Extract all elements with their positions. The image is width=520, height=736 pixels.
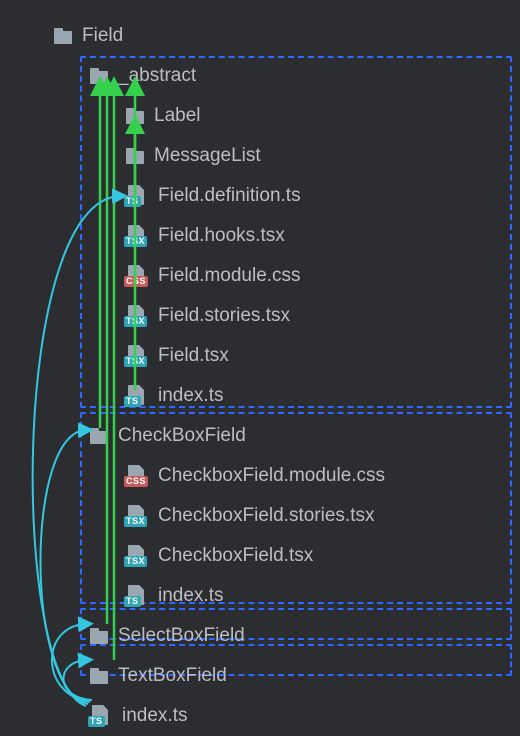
file-checkbox-stories[interactable]: CheckboxField.stories.tsx — [0, 496, 520, 536]
folder-field[interactable]: Field — [0, 16, 520, 56]
css-icon — [124, 265, 150, 287]
folder-checkboxfield[interactable]: CheckBoxField — [0, 416, 520, 456]
file-label: CheckboxField.stories.tsx — [158, 505, 374, 527]
folder-label: Label — [154, 105, 201, 127]
file-label: Field.stories.tsx — [158, 305, 290, 327]
folder-label: CheckBoxField — [118, 425, 246, 447]
tsx-icon — [124, 545, 150, 567]
folder-abstract[interactable]: _abstract — [0, 56, 520, 96]
tsx-icon — [124, 225, 150, 247]
ts-icon — [124, 385, 150, 407]
folder-icon — [88, 665, 110, 687]
folder-icon — [88, 425, 110, 447]
file-field-definition[interactable]: Field.definition.ts — [0, 176, 520, 216]
folder-icon — [88, 65, 110, 87]
folder-icon — [124, 145, 146, 167]
folder-label: TextBoxField — [118, 665, 227, 687]
file-label: Field.module.css — [158, 265, 301, 287]
folder-icon — [52, 25, 74, 47]
file-tree: Field _abstract Label MessageList Field.… — [0, 0, 520, 736]
file-field-module-css[interactable]: Field.module.css — [0, 256, 520, 296]
tsx-icon — [124, 305, 150, 327]
ts-icon — [88, 705, 114, 727]
folder-label: _abstract — [118, 65, 196, 87]
file-label: index.ts — [158, 385, 223, 407]
ts-icon — [124, 585, 150, 607]
file-label: index.ts — [158, 585, 223, 607]
file-field-hooks[interactable]: Field.hooks.tsx — [0, 216, 520, 256]
folder-selectboxfield[interactable]: SelectBoxField — [0, 616, 520, 656]
tsx-icon — [124, 505, 150, 527]
folder-label: Field — [82, 25, 123, 47]
file-checkbox-module-css[interactable]: CheckboxField.module.css — [0, 456, 520, 496]
file-label: Field.definition.ts — [158, 185, 301, 207]
file-checkbox-index[interactable]: index.ts — [0, 576, 520, 616]
file-label: index.ts — [122, 705, 187, 727]
file-abstract-index[interactable]: index.ts — [0, 376, 520, 416]
folder-icon — [124, 105, 146, 127]
file-field-stories[interactable]: Field.stories.tsx — [0, 296, 520, 336]
folder-messagelist[interactable]: MessageList — [0, 136, 520, 176]
folder-label: MessageList — [154, 145, 261, 167]
folder-label-dir[interactable]: Label — [0, 96, 520, 136]
file-label: Field.tsx — [158, 345, 229, 367]
tsx-icon — [124, 345, 150, 367]
ts-icon — [124, 185, 150, 207]
file-label: Field.hooks.tsx — [158, 225, 285, 247]
folder-textboxfield[interactable]: TextBoxField — [0, 656, 520, 696]
css-icon — [124, 465, 150, 487]
file-checkbox-tsx[interactable]: CheckboxField.tsx — [0, 536, 520, 576]
file-root-index[interactable]: index.ts — [0, 696, 520, 736]
file-label: CheckboxField.tsx — [158, 545, 313, 567]
folder-label: SelectBoxField — [118, 625, 245, 647]
file-label: CheckboxField.module.css — [158, 465, 385, 487]
file-field-tsx[interactable]: Field.tsx — [0, 336, 520, 376]
folder-icon — [88, 625, 110, 647]
